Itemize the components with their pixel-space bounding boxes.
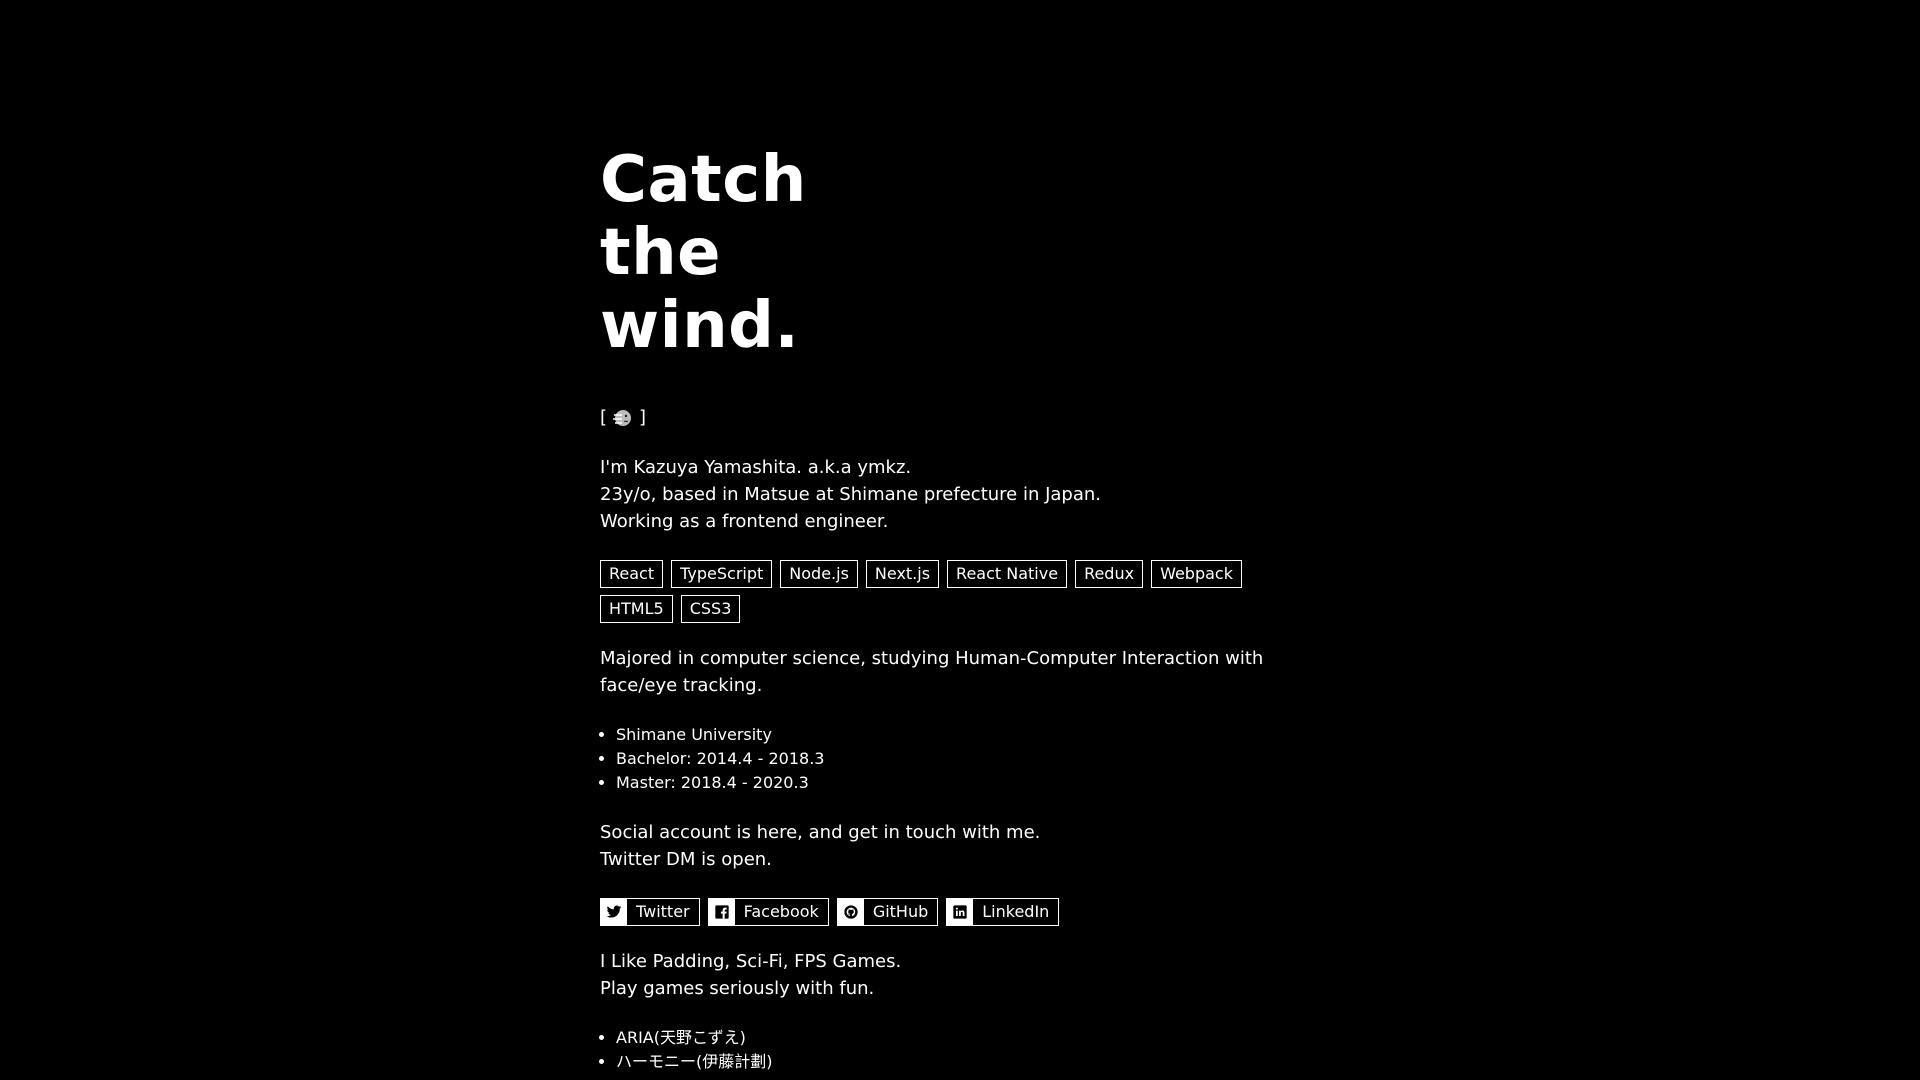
linkedin-label: LinkedIn (982, 902, 1050, 921)
bracket-close: ] (639, 407, 647, 428)
education-text: Majored in computer science, studying Hu… (600, 645, 1263, 699)
likes-line: Play games seriously with fun. (600, 978, 875, 999)
skill-tag-redux[interactable]: Redux (1075, 560, 1144, 588)
skill-tag-typescript[interactable]: TypeScript (671, 560, 773, 588)
linkedin-link[interactable]: LinkedIn (946, 898, 1060, 926)
wind-face-icon (611, 407, 635, 429)
bracket-open: [ (600, 407, 608, 428)
list-item: Master: 2018.4 - 2020.3 (616, 771, 824, 795)
hero-line: the (600, 216, 722, 290)
intro-line: Working as a frontend engineer. (600, 511, 889, 532)
twitter-icon (601, 899, 627, 925)
education-line: Majored in computer science, studying Hu… (600, 648, 1264, 669)
social-text: Social account is here, and get in touch… (600, 819, 1040, 873)
education-line: face/eye tracking. (600, 675, 763, 696)
linkedin-icon (947, 899, 974, 925)
intro-text: I'm Kazuya Yamashita. a.k.a ymkz. 23y/o,… (600, 454, 1101, 535)
github-link[interactable]: GitHub (836, 898, 939, 926)
hero-line: Catch (600, 143, 807, 217)
skill-tag-nextjs[interactable]: Next.js (865, 560, 940, 588)
list-item: Bachelor: 2014.4 - 2018.3 (616, 747, 824, 771)
hero-line: wind. (600, 289, 800, 363)
list-item: ARIA(天野こずえ) (616, 1026, 773, 1050)
facebook-icon (708, 899, 735, 925)
likes-line: I Like Padding, Sci-Fi, FPS Games. (600, 951, 902, 972)
hero-title: Catch the wind. (600, 144, 807, 363)
list-item: ハーモニー(伊藤計劃) (616, 1050, 773, 1074)
facebook-label: Facebook (743, 902, 819, 921)
likes-text: I Like Padding, Sci-Fi, FPS Games. Play … (600, 948, 901, 1002)
skill-tag-react-native[interactable]: React Native (947, 560, 1068, 588)
skill-tag-nodejs[interactable]: Node.js (780, 560, 858, 588)
github-label: GitHub (872, 902, 929, 921)
social-line: Social account is here, and get in touch… (600, 822, 1041, 843)
skill-tag-css3[interactable]: CSS3 (680, 595, 741, 623)
list-item: Shimane University (616, 723, 824, 747)
emoji-line: [ ] (600, 406, 646, 430)
skill-tag-html5[interactable]: HTML5 (600, 595, 673, 623)
skill-tag-webpack[interactable]: Webpack (1151, 560, 1242, 588)
social-links: Twitter Facebook GitHub LinkedIn (600, 898, 1060, 926)
intro-line: I'm Kazuya Yamashita. a.k.a ymkz. (600, 457, 912, 478)
intro-line: 23y/o, based in Matsue at Shimane prefec… (600, 484, 1102, 505)
education-list: Shimane University Bachelor: 2014.4 - 20… (600, 723, 824, 795)
twitter-label: Twitter (636, 902, 690, 921)
twitter-link[interactable]: Twitter (600, 898, 700, 926)
github-icon (837, 899, 864, 925)
social-line: Twitter DM is open. (600, 849, 772, 870)
skill-tag-react[interactable]: React (600, 560, 664, 588)
facebook-link[interactable]: Facebook (707, 898, 829, 926)
likes-list: ARIA(天野こずえ) ハーモニー(伊藤計劃) (600, 1026, 773, 1074)
skill-tags: React TypeScript Node.js Next.js React N… (600, 560, 1320, 623)
